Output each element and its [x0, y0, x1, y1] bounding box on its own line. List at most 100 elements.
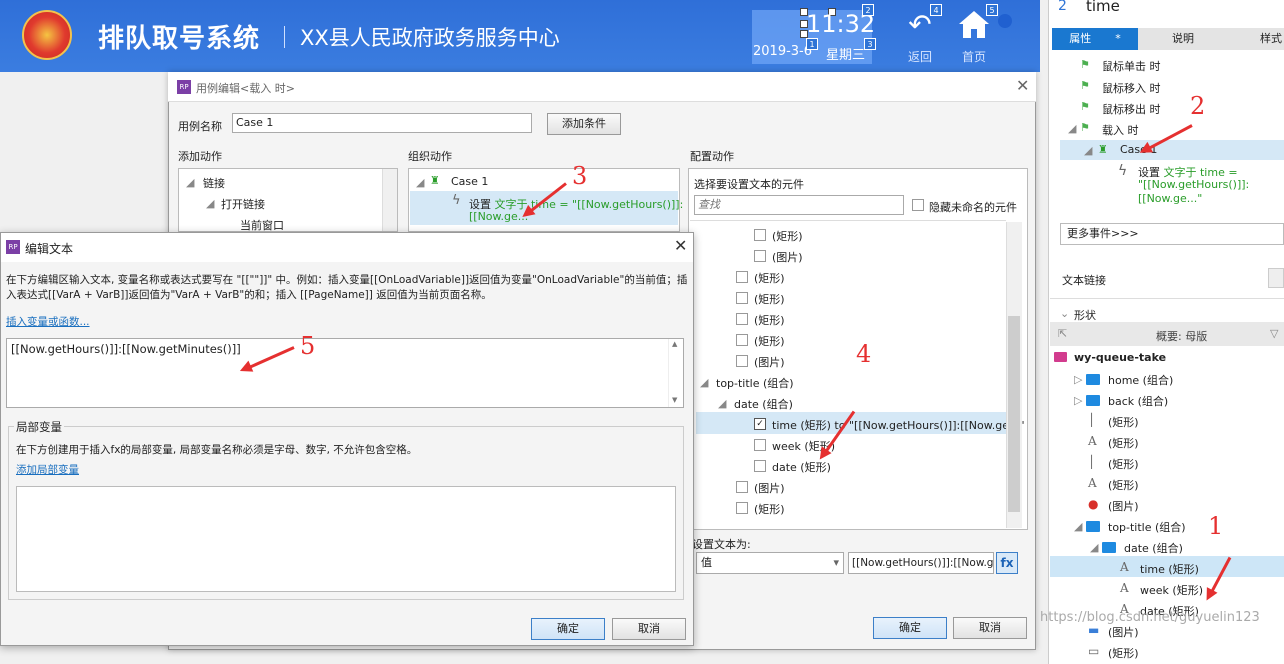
cancel-button[interactable]: 取消	[612, 618, 686, 640]
widget-row-label[interactable]: (矩形)	[754, 312, 785, 328]
widget-checkbox[interactable]	[754, 439, 766, 451]
outline-item[interactable]: (矩形)	[1108, 414, 1139, 430]
outline-item[interactable]: week (矩形)	[1140, 582, 1203, 598]
more-events-dropdown[interactable]: 更多事件>>>	[1060, 223, 1284, 245]
add-condition-button[interactable]: 添加条件	[547, 113, 621, 135]
expression-textarea[interactable]: [[Now.getHours()]]:[[Now.getMinutes()]]	[6, 338, 684, 408]
scroll-down-icon[interactable]: ▼	[672, 396, 677, 404]
annotation-4: 4	[856, 340, 872, 368]
outline-item[interactable]: (矩形)	[1108, 456, 1139, 472]
widget-row-label[interactable]: (矩形)	[772, 228, 803, 244]
cancel-button[interactable]: 取消	[953, 617, 1027, 639]
scrollbar[interactable]	[382, 169, 397, 231]
widget-row-label[interactable]: (矩形)	[754, 333, 785, 349]
set-text-value-input[interactable]: [[Now.getHours()]]:[[Now.getM	[848, 552, 994, 574]
home-label[interactable]: 首页	[962, 48, 986, 65]
widget-checkbox[interactable]	[736, 334, 748, 346]
case-name-input[interactable]: Case 1	[232, 113, 532, 133]
outline-item[interactable]: home (组合)	[1108, 372, 1173, 388]
outline-item[interactable]: date (组合)	[1124, 540, 1183, 556]
outline-item[interactable]: (图片)	[1108, 498, 1139, 514]
collapse-arrow-icon[interactable]: ◢	[718, 397, 726, 410]
collapse-arrow-icon[interactable]: ◢	[700, 376, 708, 389]
widget-checkbox[interactable]	[736, 313, 748, 325]
outline-item[interactable]: (矩形)	[1108, 477, 1139, 493]
close-icon[interactable]: ✕	[1016, 76, 1029, 95]
local-vars-list[interactable]	[16, 486, 676, 592]
action-current-window[interactable]: 当前窗口	[240, 217, 284, 233]
resize-icon[interactable]: ⇱	[1058, 327, 1067, 340]
expand-arrow-icon[interactable]: ▷	[1074, 394, 1082, 407]
widget-row-label[interactable]: date (组合)	[734, 396, 793, 412]
widget-row-label[interactable]: (矩形)	[754, 291, 785, 307]
widget-checkbox[interactable]	[736, 355, 748, 367]
widget-checkbox[interactable]: ✓	[754, 418, 766, 430]
widget-checkbox[interactable]	[736, 481, 748, 493]
event-mouse-enter[interactable]: 鼠标移入 时	[1102, 80, 1161, 96]
widget-checkbox[interactable]	[736, 292, 748, 304]
widget-checkbox[interactable]	[736, 271, 748, 283]
widget-row-label[interactable]: (图片)	[754, 354, 785, 370]
outline-item[interactable]: (矩形)	[1108, 435, 1139, 451]
fx-button[interactable]: fx	[996, 552, 1018, 574]
collapse-arrow-icon[interactable]: ◢	[1090, 541, 1098, 554]
local-vars-desc: 在下方创建用于插入fx的局部变量, 局部变量名称必须是字母、数字, 不允许包含空…	[16, 444, 418, 456]
outline-item[interactable]: time (矩形)	[1140, 561, 1199, 577]
collapse-arrow-icon[interactable]: ◢	[1074, 520, 1082, 533]
expand-arrow-icon[interactable]: ▷	[1074, 373, 1082, 386]
outline-item[interactable]: wy-queue-take	[1074, 351, 1166, 364]
event-mouse-leave[interactable]: 鼠标移出 时	[1102, 101, 1161, 117]
widget-checkbox[interactable]	[754, 229, 766, 241]
chevron-down-icon[interactable]: ⌄	[1060, 307, 1069, 320]
widget-checkbox[interactable]	[754, 460, 766, 472]
organize-heading: 组织动作	[408, 150, 452, 163]
org-case-label[interactable]: Case 1	[451, 175, 488, 188]
case-icon: ♜	[1098, 143, 1108, 156]
widget-row-label[interactable]: (图片)	[754, 480, 785, 496]
back-label[interactable]: 返回	[908, 48, 932, 65]
filter-icon[interactable]: ▽	[1270, 327, 1278, 340]
widget-checkbox[interactable]	[754, 250, 766, 262]
page-title: 排队取号系统	[98, 24, 261, 54]
widget-row-label[interactable]: top-title (组合)	[716, 375, 794, 391]
collapse-arrow-icon[interactable]: ◢	[1084, 144, 1092, 157]
home-icon[interactable]	[956, 8, 992, 40]
scrollbar-thumb[interactable]	[1008, 316, 1020, 512]
ok-button[interactable]: 确定	[873, 617, 947, 639]
case-row-selected[interactable]	[1060, 140, 1284, 160]
widget-name[interactable]: time	[1086, 0, 1120, 15]
widget-checkbox[interactable]	[736, 502, 748, 514]
widget-row-label[interactable]: time (矩形) to "[[Now.getHours()]]:[[Now.g…	[772, 417, 1025, 433]
ok-button[interactable]: 确定	[531, 618, 605, 640]
widget-row-label[interactable]: (矩形)	[754, 270, 785, 286]
event-onload[interactable]: 载入 时	[1102, 122, 1139, 138]
add-local-var-link[interactable]: 添加局部变量	[16, 462, 79, 477]
widget-index: 2	[1058, 0, 1067, 14]
outline-item[interactable]: top-title (组合)	[1108, 519, 1186, 535]
set-text-type-select[interactable]: 值 ▾	[696, 552, 844, 574]
action-open-link[interactable]: 打开链接	[221, 196, 265, 212]
tab-style[interactable]: 样式	[1228, 28, 1284, 50]
shape-section-label[interactable]: 形状	[1074, 307, 1096, 323]
outline-item[interactable]: (矩形)	[1108, 645, 1139, 661]
action-link[interactable]: 链接	[203, 175, 225, 191]
collapse-arrow-icon[interactable]: ◢	[206, 197, 214, 210]
widget-row-label[interactable]: (图片)	[772, 249, 803, 265]
outline-item[interactable]: (图片)	[1108, 624, 1139, 640]
collapse-arrow-icon[interactable]: ◢	[186, 176, 194, 189]
hide-unnamed-checkbox[interactable]	[912, 199, 924, 211]
app-logo-icon: RP	[6, 240, 20, 254]
event-click[interactable]: 鼠标单击 时	[1102, 58, 1161, 74]
tab-properties[interactable]: 属性 *	[1052, 28, 1138, 50]
collapse-arrow-icon[interactable]: ◢	[416, 176, 424, 189]
back-icon[interactable]: ↶	[904, 10, 936, 40]
outline-item[interactable]: back (组合)	[1108, 393, 1168, 409]
text-link-button[interactable]	[1268, 268, 1284, 288]
insert-variable-link[interactable]: 插入变量或函数...	[6, 314, 90, 329]
widget-row-label[interactable]: (矩形)	[754, 501, 785, 517]
scroll-up-icon[interactable]: ▲	[672, 340, 677, 348]
tab-notes[interactable]: 说明	[1140, 28, 1226, 50]
close-icon[interactable]: ✕	[674, 236, 687, 255]
widget-search-input[interactable]	[694, 195, 904, 215]
collapse-arrow-icon[interactable]: ◢	[1068, 122, 1076, 135]
